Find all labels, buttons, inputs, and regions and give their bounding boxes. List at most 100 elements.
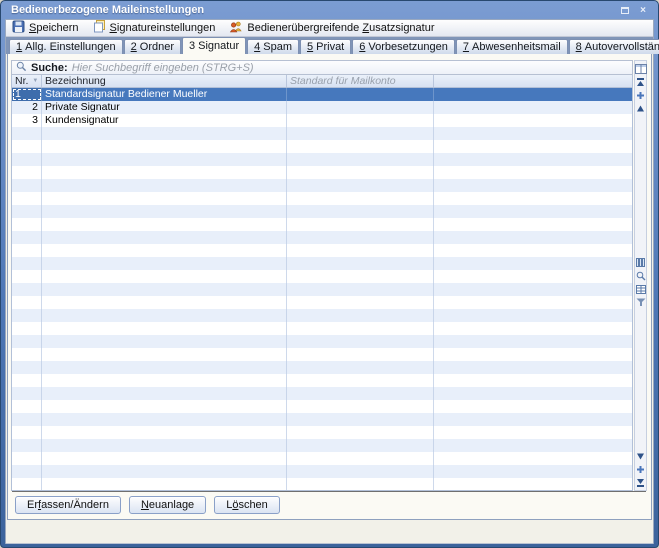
neuanlage-button[interactable]: Neuanlage	[129, 496, 206, 514]
table-cell	[12, 335, 42, 348]
search-bar[interactable]: Suche: Hier Suchbegriff eingeben (STRG+S…	[11, 60, 633, 75]
table-row[interactable]	[12, 179, 632, 192]
signature-settings-button[interactable]: Signatureinstellungen	[93, 20, 216, 36]
table-row[interactable]	[12, 465, 632, 478]
cross-operator-signature-button[interactable]: Bedienerübergreifende Zusatzsignatur	[229, 20, 434, 36]
table-cell-standard[interactable]	[287, 114, 434, 127]
table-cell	[287, 179, 434, 192]
table-cell	[287, 205, 434, 218]
zoom-icon[interactable]	[636, 271, 646, 281]
erfassen-aendern-button[interactable]: Erfassen/Ändern	[15, 496, 121, 514]
table-cell	[42, 205, 287, 218]
scroll-down-icon[interactable]	[636, 452, 645, 461]
table-row[interactable]	[12, 400, 632, 413]
table-row[interactable]	[12, 218, 632, 231]
close-icon[interactable]: ×	[636, 4, 650, 16]
table-cell-standard[interactable]	[287, 101, 434, 114]
table-row[interactable]	[12, 478, 632, 491]
table-row[interactable]	[12, 192, 632, 205]
table-cell-bezeichnung[interactable]: Standardsignatur Bediener Mueller	[42, 88, 287, 101]
table-row[interactable]	[12, 348, 632, 361]
table-cell	[434, 400, 632, 413]
add-icon[interactable]	[636, 465, 645, 474]
table-cell	[287, 400, 434, 413]
columns-icon[interactable]	[636, 258, 646, 267]
table-cell	[12, 413, 42, 426]
table-cell-extra[interactable]	[434, 88, 632, 101]
grid-body: 1 Standardsignatur Bediener Mueller 2 Pr…	[11, 88, 633, 491]
tab-abwesenheitsmail[interactable]: 7Abwesenheitsmail	[456, 39, 568, 54]
column-chooser-icon[interactable]	[635, 64, 647, 74]
scroll-up-icon[interactable]	[636, 104, 645, 113]
table-cell-extra[interactable]	[434, 114, 632, 127]
titlebar[interactable]: Bedienerbezogene Maileinstellungen ×	[5, 1, 654, 19]
table-row[interactable]	[12, 374, 632, 387]
table-row-selected[interactable]: 1 Standardsignatur Bediener Mueller	[12, 88, 632, 101]
table-row[interactable]	[12, 387, 632, 400]
table-row[interactable]	[12, 244, 632, 257]
table-cell-extra[interactable]	[434, 101, 632, 114]
scroll-top-icon[interactable]	[636, 78, 645, 87]
add-icon[interactable]	[636, 91, 645, 100]
strip-group-middle	[636, 256, 646, 309]
table-cell	[42, 374, 287, 387]
tab-vorbesetzungen[interactable]: 6Vorbesetzungen	[352, 39, 455, 54]
filter-icon[interactable]	[636, 298, 646, 307]
column-header-nr[interactable]: Nr.▼	[12, 75, 42, 87]
save-button[interactable]: Speichern	[12, 20, 79, 36]
window-body: Speichern Signatureinstellungen Bediener…	[5, 19, 654, 544]
scroll-bottom-icon[interactable]	[636, 478, 645, 487]
grid-icon[interactable]	[636, 285, 646, 294]
table-cell	[12, 322, 42, 335]
table-cell	[42, 283, 287, 296]
tab-spam[interactable]: 4Spam	[247, 39, 299, 54]
tab-allg-einstellungen[interactable]: 1Allg. Einstellungen	[9, 39, 123, 54]
loeschen-button[interactable]: Löschen	[214, 496, 280, 514]
table-cell-bezeichnung[interactable]: Private Signatur	[42, 101, 287, 114]
table-cell	[287, 296, 434, 309]
table-cell-bezeichnung[interactable]: Kundensignatur	[42, 114, 287, 127]
tab-ordner[interactable]: 2Ordner	[124, 39, 181, 54]
table-row[interactable]: 3 Kundensignatur	[12, 114, 632, 127]
table-cell	[287, 166, 434, 179]
table-row[interactable]	[12, 140, 632, 153]
table-cell	[12, 426, 42, 439]
divider	[12, 491, 646, 492]
table-row[interactable]	[12, 127, 632, 140]
table-row[interactable]	[12, 153, 632, 166]
column-header-bezeichnung[interactable]: Bezeichnung	[42, 75, 287, 87]
table-row[interactable]	[12, 270, 632, 283]
window: Bedienerbezogene Maileinstellungen × Spe…	[0, 0, 659, 548]
table-row[interactable]	[12, 309, 632, 322]
table-row[interactable]	[12, 322, 632, 335]
table-cell-standard[interactable]	[287, 88, 434, 101]
table-row[interactable]	[12, 361, 632, 374]
table-row[interactable]	[12, 439, 632, 452]
table-row[interactable]	[12, 166, 632, 179]
table-row[interactable]	[12, 231, 632, 244]
restore-icon[interactable]	[618, 4, 632, 16]
table-row[interactable]	[12, 335, 632, 348]
tab-privat[interactable]: 5Privat	[300, 39, 351, 54]
table-row[interactable]	[12, 283, 632, 296]
table-cell-nr[interactable]: 2	[12, 101, 42, 114]
strip-group-bottom	[636, 450, 645, 489]
table-row[interactable]: 2 Private Signatur	[12, 101, 632, 114]
table-row[interactable]	[12, 413, 632, 426]
table-cell-nr[interactable]: 1	[12, 88, 42, 101]
table-row[interactable]	[12, 296, 632, 309]
column-header-empty[interactable]	[434, 75, 632, 87]
table-row[interactable]	[12, 452, 632, 465]
tabstrip: 1Allg. Einstellungen 2Ordner 3Signatur 4…	[6, 37, 653, 54]
tab-autovervollstaendigung[interactable]: 8Autovervollständigung	[569, 39, 659, 54]
table-row[interactable]	[12, 426, 632, 439]
table-row[interactable]	[12, 205, 632, 218]
tab-signatur[interactable]: 3Signatur	[182, 37, 246, 54]
table-cell-nr[interactable]: 3	[12, 114, 42, 127]
save-icon	[12, 20, 25, 36]
table-cell	[42, 348, 287, 361]
table-cell	[434, 231, 632, 244]
column-header-standard-fuer-mailkonto[interactable]: Standard für Mailkonto	[287, 75, 434, 87]
table-row[interactable]	[12, 257, 632, 270]
table-cell	[434, 322, 632, 335]
